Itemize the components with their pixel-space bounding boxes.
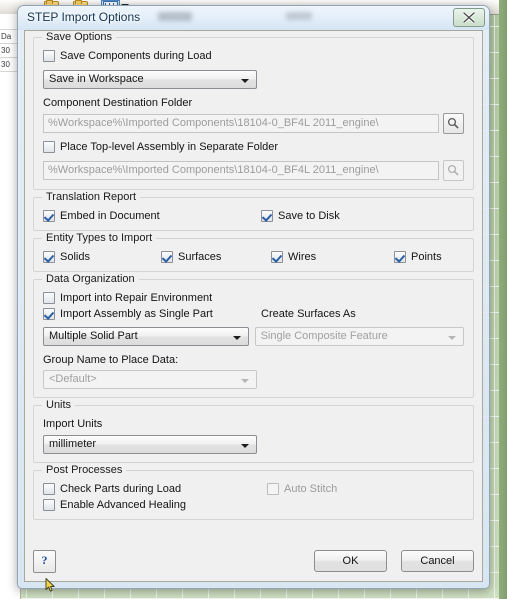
input-value: %Workspace%\Imported Components\18104-0_… bbox=[48, 117, 379, 129]
checkbox-label: Points bbox=[411, 251, 442, 263]
group-legend: Post Processes bbox=[42, 464, 127, 476]
checkbox-label: Solids bbox=[60, 251, 90, 263]
group-legend: Save Options bbox=[42, 31, 117, 43]
step-import-options-dialog: STEP Import Options Save Options Save Co… bbox=[17, 5, 490, 589]
checkbox-label: Import into Repair Environment bbox=[60, 292, 213, 304]
group-legend: Entity Types to Import bbox=[42, 232, 157, 244]
checkbox-save-components-during-load[interactable]: Save Components during Load bbox=[43, 50, 212, 62]
group-translation-report: Translation Report Embed in Document Sav… bbox=[33, 191, 474, 231]
group-entity-types: Entity Types to Import Solids Surfaces W… bbox=[33, 232, 474, 272]
checkbox-label: Check Parts during Load bbox=[60, 483, 182, 495]
label-create-surfaces-as: Create Surfaces As bbox=[261, 308, 356, 320]
chevron-down-icon bbox=[232, 336, 241, 340]
checkbox-import-assembly-as-single-part[interactable]: Import Assembly as Single Part bbox=[43, 308, 261, 320]
ok-button[interactable]: OK bbox=[314, 550, 387, 572]
cancel-button[interactable]: Cancel bbox=[401, 550, 474, 572]
browse-destination-button[interactable] bbox=[443, 113, 464, 134]
checkbox-save-to-disk[interactable]: Save to Disk bbox=[261, 210, 340, 222]
checkbox-label: Enable Advanced Healing bbox=[60, 499, 186, 511]
checkbox-box bbox=[43, 141, 55, 153]
input-toplevel-path[interactable]: %Workspace%\Imported Components\18104-0_… bbox=[43, 161, 439, 180]
checkbox-box bbox=[43, 210, 55, 222]
checkbox-label: Surfaces bbox=[178, 251, 222, 263]
checkbox-box bbox=[267, 483, 279, 495]
checkbox-label: Embed in Document bbox=[60, 210, 160, 222]
group-save-options: Save Options Save Components during Load… bbox=[33, 31, 474, 190]
question-mark-icon: ? bbox=[41, 553, 48, 567]
mouse-cursor-icon bbox=[45, 578, 55, 592]
checkbox-entity-solids[interactable]: Solids bbox=[43, 251, 161, 263]
checkbox-label: Auto Stitch bbox=[284, 483, 338, 495]
combo-part-mode[interactable]: Multiple Solid Part bbox=[43, 327, 249, 346]
checkbox-import-into-repair-environment[interactable]: Import into Repair Environment bbox=[43, 292, 212, 304]
checkbox-label: Wires bbox=[288, 251, 317, 263]
checkbox-check-parts-during-load[interactable]: Check Parts during Load bbox=[43, 483, 267, 495]
checkbox-entity-surfaces[interactable]: Surfaces bbox=[161, 251, 271, 263]
checkbox-box bbox=[161, 251, 173, 263]
checkbox-label: Save to Disk bbox=[278, 210, 340, 222]
group-post-processes: Post Processes Check Parts during Load A… bbox=[33, 464, 474, 520]
group-data-organization: Data Organization Import into Repair Env… bbox=[33, 273, 474, 398]
checkbox-label: Place Top-level Assembly in Separate Fol… bbox=[60, 141, 279, 153]
checkbox-box bbox=[271, 251, 283, 263]
dialog-title: STEP Import Options bbox=[27, 10, 141, 24]
checkbox-place-toplevel-assembly[interactable]: Place Top-level Assembly in Separate Fol… bbox=[43, 141, 278, 153]
checkbox-box bbox=[394, 251, 406, 263]
background-right-edge bbox=[499, 0, 507, 599]
close-button[interactable] bbox=[453, 8, 485, 27]
combo-value: millimeter bbox=[49, 438, 97, 450]
combo-create-surfaces-as[interactable]: Single Composite Feature bbox=[254, 327, 464, 346]
browse-toplevel-button[interactable] bbox=[443, 160, 464, 181]
chevron-down-icon bbox=[241, 444, 249, 448]
checkbox-box bbox=[43, 251, 55, 263]
checkbox-box bbox=[43, 50, 55, 62]
combo-value: Single Composite Feature bbox=[260, 330, 388, 342]
label-component-destination-folder: Component Destination Folder bbox=[43, 97, 193, 109]
combo-group-name[interactable]: <Default> bbox=[43, 370, 257, 389]
checkbox-box bbox=[43, 292, 55, 304]
combo-save-location[interactable]: Save in Workspace bbox=[43, 70, 257, 89]
checkbox-box bbox=[261, 210, 273, 222]
combo-value: <Default> bbox=[49, 373, 97, 385]
checkbox-box bbox=[43, 308, 55, 320]
dialog-titlebar[interactable]: STEP Import Options bbox=[18, 6, 489, 30]
combo-value: Save in Workspace bbox=[49, 73, 144, 85]
group-legend: Translation Report bbox=[42, 191, 141, 203]
chevron-down-icon bbox=[241, 79, 249, 83]
checkbox-label: Save Components during Load bbox=[60, 50, 212, 62]
checkbox-entity-wires[interactable]: Wires bbox=[271, 251, 394, 263]
input-component-destination-path[interactable]: %Workspace%\Imported Components\18104-0_… bbox=[43, 114, 439, 133]
label-group-name: Group Name to Place Data: bbox=[43, 354, 179, 366]
help-button[interactable]: ? bbox=[33, 550, 56, 573]
combo-import-units[interactable]: millimeter bbox=[43, 435, 257, 454]
dialog-footer: ? OK Cancel bbox=[33, 550, 474, 574]
group-legend: Units bbox=[42, 399, 76, 411]
checkbox-label: Import Assembly as Single Part bbox=[60, 308, 213, 320]
checkbox-auto-stitch[interactable]: Auto Stitch bbox=[267, 483, 337, 495]
checkbox-entity-points[interactable]: Points bbox=[394, 251, 442, 263]
checkbox-box bbox=[43, 499, 55, 511]
magnifier-icon bbox=[447, 164, 459, 176]
close-icon bbox=[463, 12, 475, 23]
checkbox-box bbox=[43, 483, 55, 495]
group-legend: Data Organization bbox=[42, 273, 139, 285]
dialog-content: Save Options Save Components during Load… bbox=[24, 30, 483, 582]
label-import-units: Import Units bbox=[43, 418, 103, 430]
combo-value: Multiple Solid Part bbox=[49, 330, 138, 342]
chevron-down-icon bbox=[241, 379, 249, 383]
magnifier-icon bbox=[447, 117, 459, 129]
chevron-down-icon bbox=[448, 336, 456, 340]
input-value: %Workspace%\Imported Components\18104-0_… bbox=[48, 164, 379, 176]
group-units: Units Import Units millimeter bbox=[33, 399, 474, 463]
checkbox-enable-advanced-healing[interactable]: Enable Advanced Healing bbox=[43, 499, 186, 511]
checkbox-embed-in-document[interactable]: Embed in Document bbox=[43, 210, 261, 222]
